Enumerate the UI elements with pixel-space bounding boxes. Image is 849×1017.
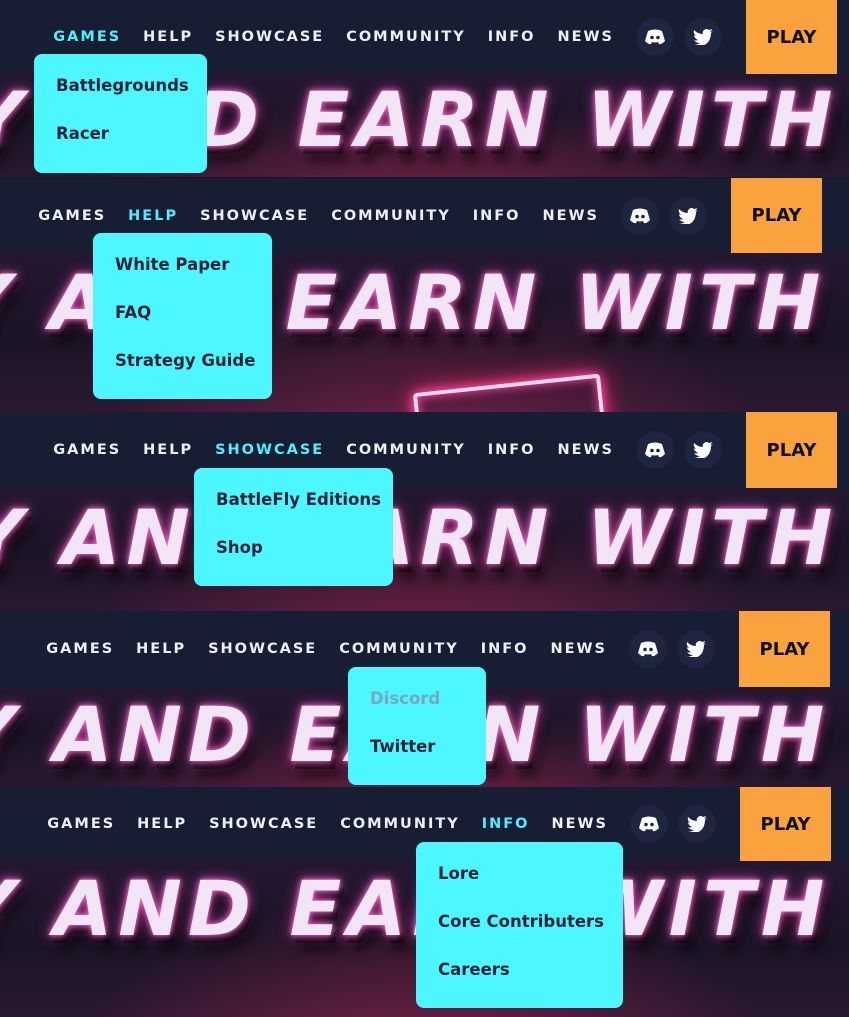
nav-showcase[interactable]: SHOWCASE <box>215 29 324 45</box>
panel-community-open: GAMES HELP SHOWCASE COMMUNITY INFO NEWS … <box>0 611 849 787</box>
twitter-icon <box>678 207 698 224</box>
discord-button[interactable] <box>636 431 674 469</box>
discord-icon <box>639 816 659 832</box>
twitter-button[interactable] <box>684 18 722 56</box>
discord-button[interactable] <box>629 630 667 668</box>
dropdown-item-discord[interactable]: Discord <box>370 675 464 723</box>
nav-showcase[interactable]: SHOWCASE <box>209 816 318 832</box>
nav-info[interactable]: INFO <box>488 442 536 458</box>
discord-icon <box>645 442 665 458</box>
panel-help-open: GAMES HELP SHOWCASE COMMUNITY INFO NEWS … <box>0 178 849 412</box>
help-dropdown: White Paper FAQ Strategy Guide <box>93 233 272 399</box>
dropdown-item-careers[interactable]: Careers <box>438 946 601 994</box>
twitter-icon <box>687 816 707 832</box>
nav-games[interactable]: GAMES <box>47 816 115 832</box>
nav-games[interactable]: GAMES <box>38 208 106 224</box>
dropdown-item-white-paper[interactable]: White Paper <box>115 241 250 289</box>
nav-help[interactable]: HELP <box>136 641 186 657</box>
nav-community[interactable]: COMMUNITY <box>340 816 460 832</box>
play-button[interactable]: PLAY <box>746 0 837 74</box>
twitter-button[interactable] <box>678 805 716 843</box>
nav-news[interactable]: NEWS <box>551 641 607 657</box>
nav-help[interactable]: HELP <box>143 442 193 458</box>
discord-button[interactable] <box>630 805 668 843</box>
nav-news[interactable]: NEWS <box>558 442 614 458</box>
nav-help[interactable]: HELP <box>128 208 178 224</box>
discord-icon <box>630 208 650 223</box>
dropdown-item-faq[interactable]: FAQ <box>115 289 250 337</box>
dropdown-item-battlegrounds[interactable]: Battlegrounds <box>56 62 189 110</box>
dropdown-item-shop[interactable]: Shop <box>216 524 371 572</box>
dropdown-item-core-contributers[interactable]: Core Contributers <box>438 898 604 946</box>
nav-games[interactable]: GAMES <box>53 29 121 45</box>
nav-info[interactable]: INFO <box>473 208 521 224</box>
nav-community[interactable]: COMMUNITY <box>331 208 451 224</box>
twitter-icon <box>693 29 713 45</box>
dropdown-item-lore[interactable]: Lore <box>438 850 601 898</box>
nav-info[interactable]: INFO <box>488 29 536 45</box>
nav-menu: GAMES HELP SHOWCASE COMMUNITY INFO NEWS … <box>53 412 837 488</box>
play-button[interactable]: PLAY <box>740 787 831 861</box>
panel-games-open: GAMES HELP SHOWCASE COMMUNITY INFO NEWS … <box>0 0 849 177</box>
nav-help[interactable]: HELP <box>137 816 187 832</box>
dropdown-item-strategy-guide[interactable]: Strategy Guide <box>115 337 255 385</box>
play-button[interactable]: PLAY <box>731 178 822 253</box>
info-dropdown: Lore Core Contributers Careers <box>416 842 623 1008</box>
nav-games[interactable]: GAMES <box>46 641 114 657</box>
nav-news[interactable]: NEWS <box>552 816 608 832</box>
twitter-icon <box>686 641 706 657</box>
nav-help[interactable]: HELP <box>143 29 193 45</box>
discord-icon <box>638 641 658 657</box>
dropdown-item-battlefly-editions[interactable]: BattleFly Editions <box>216 476 381 524</box>
hero-headline: Y AND EARN WITH <box>0 493 839 582</box>
nav-community[interactable]: COMMUNITY <box>339 641 459 657</box>
nav-games[interactable]: GAMES <box>53 442 121 458</box>
nav-showcase[interactable]: SHOWCASE <box>200 208 309 224</box>
nav-showcase[interactable]: SHOWCASE <box>215 442 324 458</box>
nav-info[interactable]: INFO <box>482 816 530 832</box>
panel-info-open: GAMES HELP SHOWCASE COMMUNITY INFO NEWS … <box>0 787 849 1017</box>
play-button[interactable]: PLAY <box>739 611 830 687</box>
play-button[interactable]: PLAY <box>746 412 837 488</box>
hero-banner: Y AND EARN WITH <box>0 488 849 611</box>
discord-button[interactable] <box>636 18 674 56</box>
discord-icon <box>645 29 665 45</box>
discord-button[interactable] <box>621 196 659 235</box>
dropdown-item-twitter[interactable]: Twitter <box>370 723 464 771</box>
games-dropdown: Battlegrounds Racer <box>34 54 207 173</box>
navbar: GAMES HELP SHOWCASE COMMUNITY INFO NEWS … <box>0 412 849 488</box>
nav-showcase[interactable]: SHOWCASE <box>208 641 317 657</box>
nav-news[interactable]: NEWS <box>558 29 614 45</box>
twitter-button[interactable] <box>677 630 715 668</box>
neon-frame-decoration <box>412 373 616 412</box>
nav-community[interactable]: COMMUNITY <box>346 442 466 458</box>
nav-community[interactable]: COMMUNITY <box>346 29 466 45</box>
twitter-icon <box>693 442 713 458</box>
panel-showcase-open: GAMES HELP SHOWCASE COMMUNITY INFO NEWS … <box>0 412 849 611</box>
nav-news[interactable]: NEWS <box>543 208 599 224</box>
nav-info[interactable]: INFO <box>481 641 529 657</box>
community-dropdown: Discord Twitter <box>348 667 486 785</box>
dropdown-item-racer[interactable]: Racer <box>56 110 185 158</box>
showcase-dropdown: BattleFly Editions Shop <box>194 468 393 586</box>
twitter-button[interactable] <box>669 196 707 235</box>
twitter-button[interactable] <box>684 431 722 469</box>
